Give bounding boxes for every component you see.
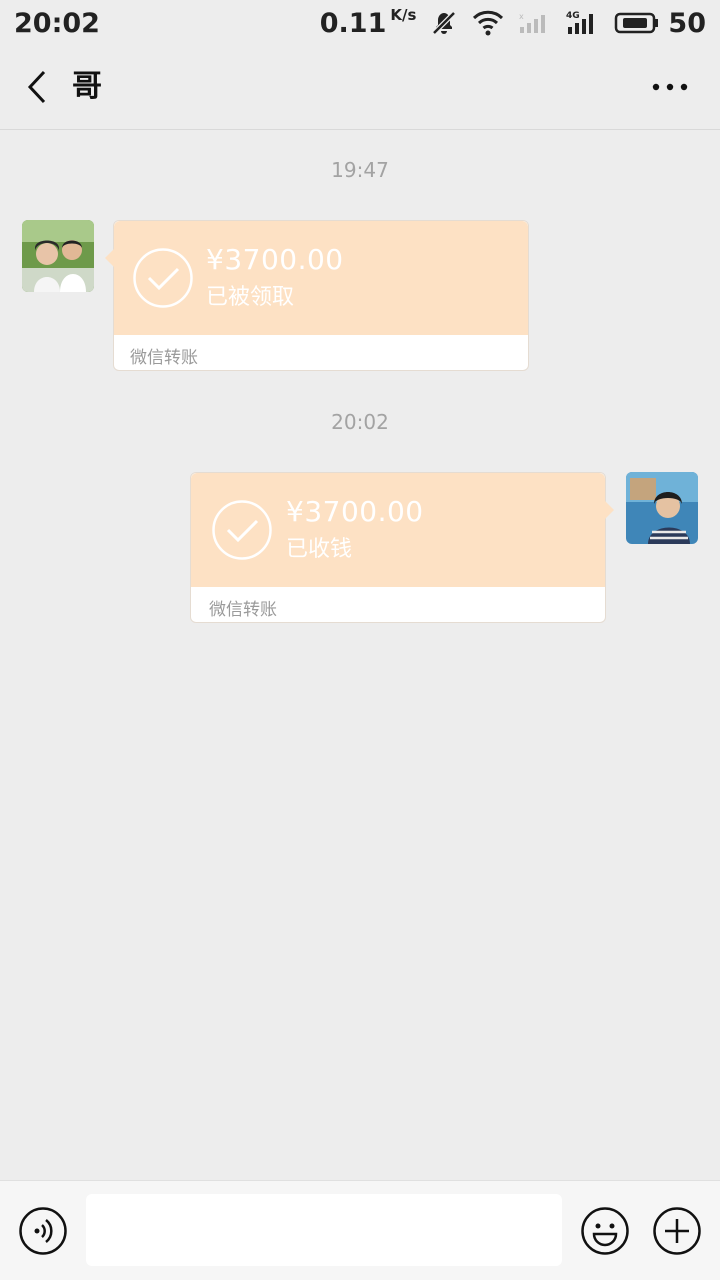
self-avatar[interactable] [626,472,698,544]
status-icons: 0.11 K/s x 4G 50 [319,5,706,39]
network-speed: 0.11 K/s [319,5,417,39]
transfer-footer-label: 微信转账 [130,348,198,368]
chat-header: 哥 [0,46,720,130]
network-speed-unit: K/s [390,5,417,24]
chat-input-bar [0,1180,720,1280]
battery-icon [614,11,660,35]
transfer-status: 已被领取 [206,285,295,310]
emoji-button[interactable] [580,1206,630,1256]
chevron-left-icon [27,70,46,104]
plus-icon [653,1207,701,1255]
message-timestamp: 20:02 [331,410,389,434]
plus-button[interactable] [652,1206,702,1256]
network-speed-value: 0.11 [319,7,387,39]
back-button[interactable] [20,66,54,108]
battery-level: 50 [668,7,706,39]
bubble-arrow [105,249,114,267]
more-dots-icon [652,83,688,91]
network-type-label: 4G [566,11,580,21]
bubble-arrow [605,501,614,519]
wifi-icon [472,10,504,36]
svg-text:x: x [519,12,524,21]
transfer-card[interactable]: ¥3700.00 已被领取 微信转账 [105,220,529,371]
voice-button[interactable] [18,1206,68,1256]
transfer-amount: ¥3700.00 [206,243,344,276]
transfer-status: 已收钱 [286,537,353,562]
contact-avatar[interactable] [22,220,94,292]
check-circle-icon [133,248,193,308]
status-bar: 20:02 0.11 K/s x 4G 50 [0,0,720,46]
transfer-amount: ¥3700.00 [286,495,424,528]
voice-icon [19,1207,67,1255]
status-time: 20:02 [14,7,100,39]
transfer-card[interactable]: ¥3700.00 已收钱 微信转账 [190,472,614,623]
chat-title: 哥 [72,69,102,104]
message-input[interactable] [86,1194,562,1266]
signal-4g-icon: 4G [566,10,600,36]
chat-screen: 20:02 0.11 K/s x 4G 50 哥 19:47 ¥3700.00 … [0,0,720,1280]
more-button[interactable] [650,72,690,102]
check-circle-icon [212,500,272,560]
emoji-icon [581,1207,629,1255]
message-timestamp: 19:47 [331,158,389,182]
transfer-footer-label: 微信转账 [209,600,277,620]
mute-bell-icon [430,9,458,37]
signal-icon: x [518,11,552,35]
